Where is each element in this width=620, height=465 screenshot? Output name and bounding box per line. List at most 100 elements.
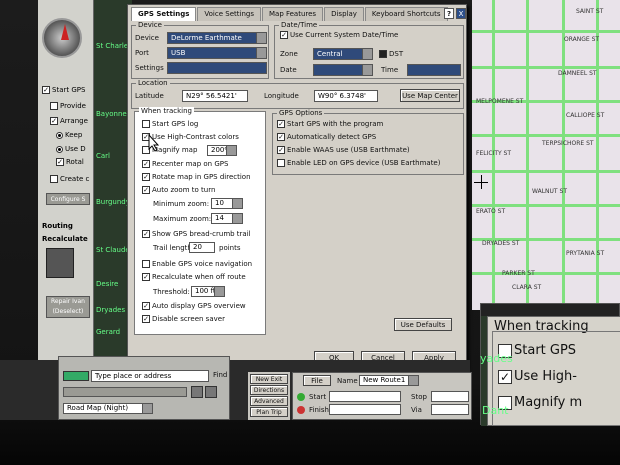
label: Start GPS <box>514 343 577 358</box>
back-arrow-icon[interactable] <box>63 371 89 381</box>
device-select[interactable]: DeLorme Earthmate <box>167 32 267 44</box>
inset-magnify-checkbox[interactable]: Magnify m <box>498 395 582 410</box>
auto-overview-checkbox[interactable]: ✓ Auto display GPS overview <box>142 302 246 310</box>
group-title: When tracking <box>139 107 194 115</box>
map-street-label: St Claude <box>96 246 130 254</box>
advanced-button[interactable]: Advanced <box>250 396 288 406</box>
create-checkbox[interactable]: Create c <box>50 175 89 183</box>
trail-unit-label: points <box>219 244 241 252</box>
date-field[interactable] <box>313 64 373 76</box>
min-zoom-label: Minimum zoom: <box>153 200 210 208</box>
via-input[interactable] <box>431 404 469 415</box>
street-label: DAMNEEL ST <box>558 70 597 77</box>
rotal-checkbox[interactable]: ✓ Rotal <box>56 158 84 166</box>
trail-length-input[interactable]: 20 <box>189 242 215 253</box>
keep-radio[interactable]: Keep <box>56 131 82 139</box>
chevron-down-icon <box>226 146 236 155</box>
tab-keyboard-shortcuts[interactable]: Keyboard Shortcuts <box>364 7 448 21</box>
finish-input[interactable] <box>329 404 401 415</box>
use-system-time-checkbox[interactable]: ✓ Use Current System Date/Time <box>280 31 398 39</box>
start-input[interactable] <box>329 391 401 402</box>
route-name-select[interactable]: New Route1 <box>359 375 419 386</box>
value: USB <box>171 49 186 57</box>
zone-select[interactable]: Central <box>313 48 373 60</box>
group-title: Location <box>136 79 170 87</box>
tab-gps-settings[interactable]: GPS Settings <box>131 7 197 21</box>
use-d-radio[interactable]: Use D <box>56 145 86 153</box>
time-field[interactable] <box>407 64 461 76</box>
recenter-checkbox[interactable]: ✓ Recenter map on GPS <box>142 160 228 168</box>
longitude-input[interactable]: W90° 6.3748' <box>314 90 378 102</box>
find-button[interactable]: Find <box>213 371 227 379</box>
start-gps-checkbox[interactable]: ✓ Start GPS <box>42 86 85 94</box>
use-map-center-button[interactable]: Use Map Center <box>400 89 460 102</box>
recalc-route-checkbox[interactable]: ✓ Recalculate when off route <box>142 273 246 281</box>
auto-detect-checkbox[interactable]: ✓ Automatically detect GPS <box>277 133 376 141</box>
inset-map-label: Dant <box>482 404 509 417</box>
settings-field[interactable] <box>167 62 267 74</box>
latitude-label: Latitude <box>135 92 164 100</box>
repair-button[interactable]: Repair Ivan (Deselect) <box>46 296 90 318</box>
check-icon: ✓ <box>277 146 285 154</box>
port-select[interactable]: USB <box>167 47 267 59</box>
map-type-select[interactable]: Road Map (Night) <box>63 403 153 414</box>
start-with-program-checkbox[interactable]: ✓ Start GPS with the program <box>277 120 383 128</box>
street-map[interactable]: ORANGE ST DAMNEEL ST FELICITY ST ERATO S… <box>472 0 620 310</box>
checkbox-icon <box>379 50 387 58</box>
search-input[interactable]: Type place or address <box>91 370 209 382</box>
breadcrumb-checkbox[interactable]: ✓ Show GPS bread-crumb trail <box>142 230 251 238</box>
label: Disable screen saver <box>152 315 225 323</box>
plan-trip-button[interactable]: Plan Trip <box>250 407 288 417</box>
label: Automatically detect GPS <box>287 133 377 141</box>
checkbox-icon <box>142 120 150 128</box>
dst-checkbox[interactable]: DST <box>379 50 403 58</box>
chevron-down-icon <box>232 199 242 208</box>
street-label: CALLIOPE ST <box>566 112 605 119</box>
rotate-checkbox[interactable]: ✓ Rotate map in GPS direction <box>142 173 251 181</box>
map-street-label: Carl <box>96 152 110 160</box>
arrange-checkbox[interactable]: ✓ Arrange <box>50 117 88 125</box>
tab-display[interactable]: Display <box>324 7 364 21</box>
zoom-slider[interactable] <box>63 387 187 397</box>
magnify-select[interactable]: 200% <box>207 145 237 156</box>
voice-nav-checkbox[interactable]: Enable GPS voice navigation <box>142 260 252 268</box>
tab-map-features[interactable]: Map Features <box>261 7 324 21</box>
latitude-input[interactable]: N29° 56.5421' <box>182 90 248 102</box>
crosshair-icon <box>481 175 482 189</box>
waas-checkbox[interactable]: ✓ Enable WAAS use (USB Earthmate) <box>277 146 410 154</box>
use-defaults-button[interactable]: Use Defaults <box>394 318 452 331</box>
zoom-out-icon[interactable] <box>205 386 217 398</box>
help-button[interactable]: ? <box>444 8 454 19</box>
recalc-mode-icon[interactable] <box>46 248 74 278</box>
tab-voice-settings[interactable]: Voice Settings <box>197 7 261 21</box>
directions-button[interactable]: Directions <box>250 385 288 395</box>
file-menu-button[interactable]: File <box>303 375 331 386</box>
stop-input[interactable] <box>431 391 469 402</box>
disable-saver-checkbox[interactable]: ✓ Disable screen saver <box>142 315 225 323</box>
label: Recalculate when off route <box>152 273 246 281</box>
threshold-select[interactable]: 100 ft <box>191 286 225 297</box>
start-gps-log-checkbox[interactable]: Start GPS log <box>142 120 198 128</box>
check-icon: ✓ <box>277 120 285 128</box>
close-button[interactable]: X <box>456 8 466 19</box>
check-icon: ✓ <box>42 86 50 94</box>
street-label: FELICITY ST <box>476 150 512 157</box>
max-zoom-select[interactable]: 14 <box>211 213 243 224</box>
configure-button[interactable]: Configure S <box>46 193 90 205</box>
label: Keep <box>65 131 83 139</box>
inset-high-contrast-checkbox[interactable]: ✓ Use High- <box>498 369 577 384</box>
led-checkbox[interactable]: Enable LED on GPS device (USB Earthmate) <box>277 159 440 167</box>
zoom-in-icon[interactable] <box>191 386 203 398</box>
zone-label: Zone <box>280 50 298 58</box>
provide-checkbox[interactable]: Provide <box>50 102 86 110</box>
label: Rotate map in GPS direction <box>152 173 251 181</box>
street-label: ERATO ST <box>476 208 506 215</box>
auto-zoom-checkbox[interactable]: ✓ Auto zoom to turn <box>142 186 215 194</box>
label: Start GPS with the program <box>287 120 384 128</box>
value: 14 <box>215 214 224 222</box>
compass-icon <box>42 18 82 58</box>
new-exit-button[interactable]: New Exit <box>250 374 288 384</box>
port-label: Port <box>135 49 149 57</box>
start-flag-icon <box>297 393 305 401</box>
min-zoom-select[interactable]: 10 <box>211 198 243 209</box>
